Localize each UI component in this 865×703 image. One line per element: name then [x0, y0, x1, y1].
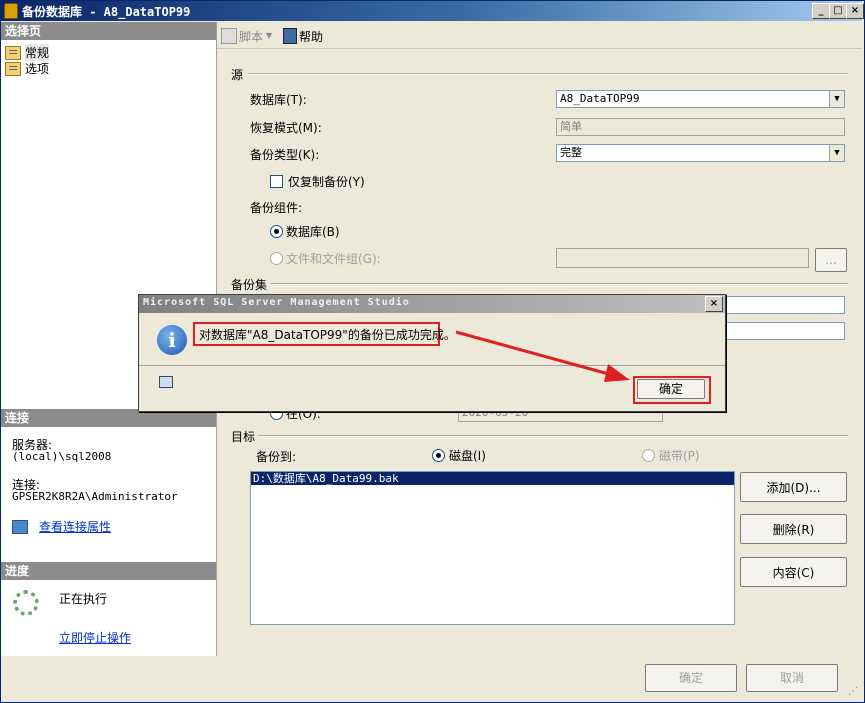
select-page-header: 选择页	[1, 22, 216, 40]
dialog-title: Microsoft SQL Server Management Studio	[143, 297, 410, 308]
backup-component-label: 备份组件:	[250, 201, 303, 215]
sidebar-item-options[interactable]: 选项	[5, 60, 49, 77]
sidebar-item-general[interactable]: 常规	[5, 44, 50, 61]
cancel-button[interactable]: 取消	[746, 664, 838, 692]
copy-icon[interactable]	[159, 376, 173, 388]
arrow-line	[455, 330, 617, 378]
destination-group-label: 目标	[231, 430, 256, 444]
backup-type-label: 备份类型(K):	[250, 148, 320, 162]
close-button[interactable]: ×	[846, 3, 864, 19]
destination-file-list[interactable]: D:\数据库\A8_Data99.bak	[250, 471, 735, 625]
source-group-label: 源	[231, 68, 244, 82]
ok-button[interactable]: 确定	[645, 664, 737, 692]
copy-only-checkbox[interactable]	[270, 175, 283, 188]
stop-operation-link[interactable]: 立即停止操作	[59, 629, 131, 646]
chevron-down-icon[interactable]: ▼	[829, 145, 844, 161]
progress-status: 正在执行	[59, 592, 108, 606]
info-icon: i	[157, 325, 187, 355]
component-files-label: 文件和文件组(G):	[286, 252, 381, 266]
database-icon	[4, 3, 18, 19]
recovery-model-value: 简单	[560, 120, 582, 133]
view-connection-properties-link[interactable]: 查看连接属性	[39, 518, 111, 535]
remove-destination-button[interactable]: 删除(R)	[740, 514, 847, 544]
tape-radio[interactable]	[642, 449, 655, 462]
page-icon	[5, 45, 21, 60]
server-value: (local)\sql2008	[12, 450, 112, 463]
spinner-icon	[13, 590, 39, 616]
backup-set-group-label: 备份集	[231, 278, 268, 292]
divider	[248, 73, 848, 75]
connection-properties-icon	[12, 520, 28, 534]
help-button[interactable]: 帮助	[299, 28, 323, 45]
add-destination-button[interactable]: 添加(D)...	[740, 472, 847, 502]
contents-button[interactable]: 内容(C)	[740, 557, 847, 587]
minimize-button[interactable]: _	[812, 3, 830, 19]
component-database-label: 数据库(B)	[286, 225, 340, 239]
database-select[interactable]: A8_DataTOP99 ▼	[556, 90, 845, 108]
chevron-down-icon[interactable]: ▼	[829, 91, 844, 107]
list-item[interactable]: D:\数据库\A8_Data99.bak	[251, 472, 734, 485]
backup-type-value: 完整	[560, 146, 582, 159]
resize-grip-icon[interactable]: ⋰	[848, 686, 858, 697]
recovery-model-field: 简单	[556, 118, 845, 136]
component-files-radio[interactable]	[270, 252, 283, 265]
maximize-button[interactable]: □	[829, 3, 847, 19]
dialog-ok-button[interactable]: 确定	[637, 379, 705, 399]
page-icon	[5, 61, 21, 76]
dialog-message: 对数据库"A8_DataTOP99"的备份已成功完成。	[199, 328, 456, 342]
recovery-model-label: 恢复模式(M):	[250, 121, 322, 135]
files-field	[556, 248, 809, 268]
database-value: A8_DataTOP99	[560, 92, 640, 105]
browse-files-button[interactable]: ...	[815, 248, 847, 272]
divider	[258, 435, 848, 437]
chevron-down-icon[interactable]: ▼	[266, 31, 272, 40]
dialog-close-button[interactable]: ×	[705, 296, 723, 312]
connection-value: GPSER2K8R2A\Administrator	[12, 490, 178, 503]
divider	[270, 283, 848, 285]
disk-label: 磁盘(I)	[449, 449, 486, 463]
backup-type-select[interactable]: 完整 ▼	[556, 144, 845, 162]
component-database-radio[interactable]	[270, 225, 283, 238]
backup-to-label: 备份到:	[256, 450, 297, 464]
disk-radio[interactable]	[432, 449, 445, 462]
progress-header: 进度	[1, 562, 216, 580]
database-label: 数据库(T):	[250, 93, 307, 107]
red-arrow-annotation	[455, 330, 630, 382]
copy-only-label: 仅复制备份(Y)	[288, 175, 365, 189]
script-icon	[221, 28, 237, 44]
sidebar-item-label: 常规	[25, 44, 50, 61]
script-button[interactable]: 脚本	[239, 28, 263, 45]
tape-label: 磁带(P)	[659, 449, 700, 463]
arrow-head	[604, 364, 630, 382]
window-title: 备份数据库 - A8_DataTOP99	[22, 5, 191, 19]
sidebar-item-label: 选项	[25, 62, 50, 76]
help-icon	[283, 28, 297, 44]
